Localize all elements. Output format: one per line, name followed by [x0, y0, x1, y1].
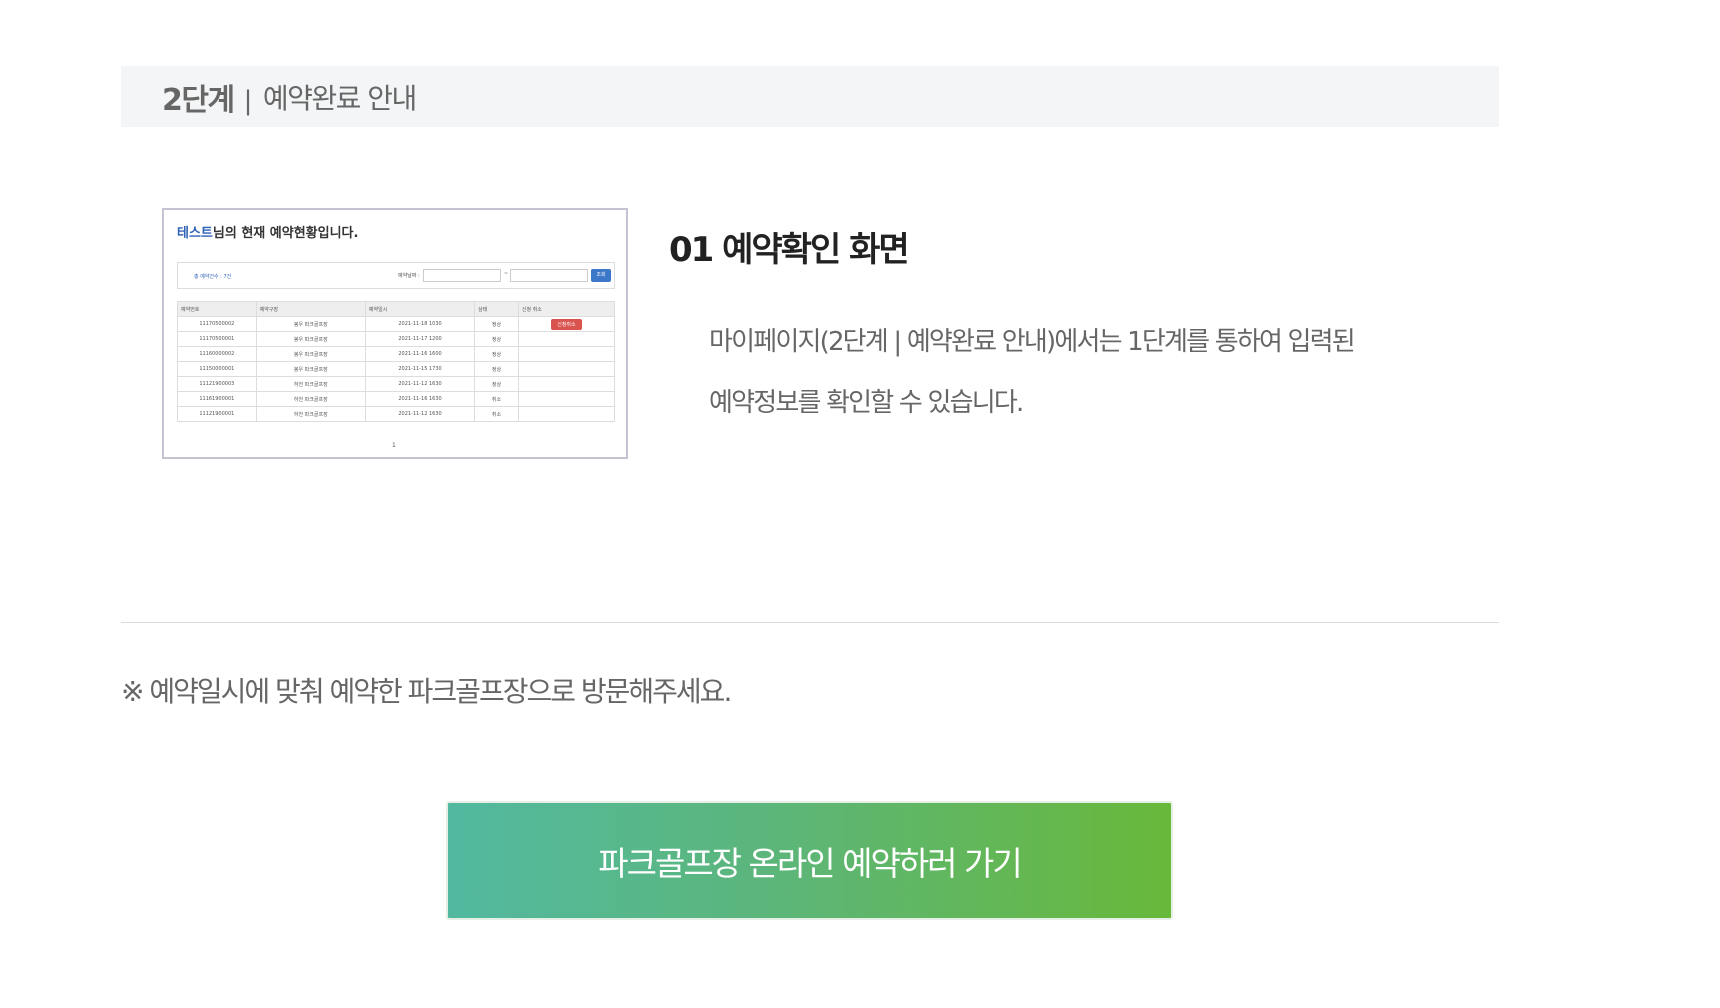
table-cell: 하천 파크골프장 [255, 391, 366, 407]
column-header: 예약일시 [364, 301, 476, 317]
end-date-input [510, 269, 588, 282]
table-cell: 2021-11-16 1600 [364, 346, 476, 362]
table-cell: 2021-11-12 1630 [364, 376, 476, 392]
column-header: 신청 취소 [517, 301, 616, 317]
table-row: 11150000001 봉우 파크골프장 2021-11-15 1730 정상 [177, 361, 616, 377]
table-cell [517, 361, 616, 377]
table-cell: 정상 [474, 361, 519, 377]
cancel-reservation-button: 신청취소 [551, 318, 582, 330]
table-cell: 11161900001 [177, 391, 257, 407]
table-cell: 2021-11-15 1730 [364, 361, 476, 377]
reservation-count: 총 예약건수 : 7건 [194, 274, 232, 280]
table-cell: 하천 파크골프장 [255, 406, 366, 422]
table-row: 11161900001 하천 파크골프장 2021-11-16 1630 취소 [177, 391, 616, 407]
search-button: 조회 [591, 269, 611, 282]
column-header: 상태 [474, 301, 519, 317]
table-row: 11160000002 봉우 파크골프장 2021-11-16 1600 정상 [177, 346, 616, 362]
table-cell: 취소 [474, 391, 519, 407]
table-cell: 2021-11-12 1630 [364, 406, 476, 422]
table-cell: 봉우 파크골프장 [255, 331, 366, 347]
table-cell: 정상 [474, 316, 519, 332]
step-number: 2단계 [162, 82, 235, 118]
user-name: 테스트 [177, 226, 213, 241]
section-description: 마이페이지(2단계 | 예약완료 안내)에서는 1단계를 통하여 입력된 예약정… [709, 312, 1469, 434]
table-cell: 취소 [474, 406, 519, 422]
table-cell: 2021-11-16 1630 [364, 391, 476, 407]
table-cell: 2021-11-17 1200 [364, 331, 476, 347]
date-range-dash: ~ [504, 271, 509, 277]
table-cell: 2021-11-18 1030 [364, 316, 476, 332]
table-cell: 11150000001 [177, 361, 257, 377]
online-reservation-button-label: 파크골프장 온라인 예약하러 가기 [598, 843, 1023, 883]
step-separator: | [243, 85, 253, 116]
start-date-input [423, 269, 501, 282]
reservation-screenshot-thumbnail: 테스트님의 현재 예약현황입니다. 총 예약건수 : 7건 예약날짜 : ~ 조… [162, 208, 628, 459]
section-title: 01 예약확인 화면 [669, 230, 910, 270]
table-cell: 11121900001 [177, 406, 257, 422]
table-cell: 신청취소 [517, 316, 616, 332]
table-cell [517, 376, 616, 392]
thumbnail-title-text: 님의 현재 예약현황입니다. [212, 226, 359, 241]
table-cell: 11121900003 [177, 376, 257, 392]
table-cell [517, 391, 616, 407]
column-header: 예약번호 [177, 301, 257, 317]
table-cell: 봉우 파크골프장 [255, 361, 366, 377]
table-cell: 11170500002 [177, 316, 257, 332]
reservation-filter: 총 예약건수 : 7건 예약날짜 : ~ 조회 [177, 262, 615, 289]
table-row: 11170500002 봉우 파크골프장 2021-11-18 1030 정상 … [177, 316, 616, 332]
table-cell: 정상 [474, 331, 519, 347]
table-cell [517, 331, 616, 347]
reservation-table: 예약번호 예약구장 예약일시 상태 신청 취소 11170500002 봉우 파… [177, 301, 616, 422]
table-cell: 정상 [474, 346, 519, 362]
table-cell [517, 346, 616, 362]
thumbnail-title: 테스트님의 현재 예약현황입니다. [177, 222, 358, 241]
description-line-1: 마이페이지(2단계 | 예약완료 안내)에서는 1단계를 통하여 입력된 [709, 327, 1356, 357]
table-cell: 11160000002 [177, 346, 257, 362]
table-row: 11121900003 하천 파크골프장 2021-11-12 1630 정상 [177, 376, 616, 392]
table-row: 11170500001 봉우 파크골프장 2021-11-17 1200 정상 [177, 331, 616, 347]
table-cell: 11170500001 [177, 331, 257, 347]
pagination: 1 [392, 442, 396, 449]
column-header: 예약구장 [255, 301, 366, 317]
visit-notice: ※ 예약일시에 맞춰 예약한 파크골프장으로 방문해주세요. [121, 675, 732, 708]
description-line-2: 예약정보를 확인할 수 있습니다. [709, 388, 1024, 418]
table-cell: 정상 [474, 376, 519, 392]
step-title: 예약완료 안내 [262, 81, 417, 115]
table-cell: 하천 파크골프장 [255, 376, 366, 392]
table-row: 11121900001 하천 파크골프장 2021-11-12 1630 취소 [177, 406, 616, 422]
table-header-row: 예약번호 예약구장 예약일시 상태 신청 취소 [177, 301, 616, 317]
date-label: 예약날짜 : [398, 273, 420, 279]
divider [121, 622, 1499, 623]
table-cell: 봉우 파크골프장 [255, 316, 366, 332]
step-header: 2단계 | 예약완료 안내 [121, 66, 1499, 127]
online-reservation-button[interactable]: 파크골프장 온라인 예약하러 가기 [446, 801, 1173, 920]
table-cell: 봉우 파크골프장 [255, 346, 366, 362]
table-cell [517, 406, 616, 422]
